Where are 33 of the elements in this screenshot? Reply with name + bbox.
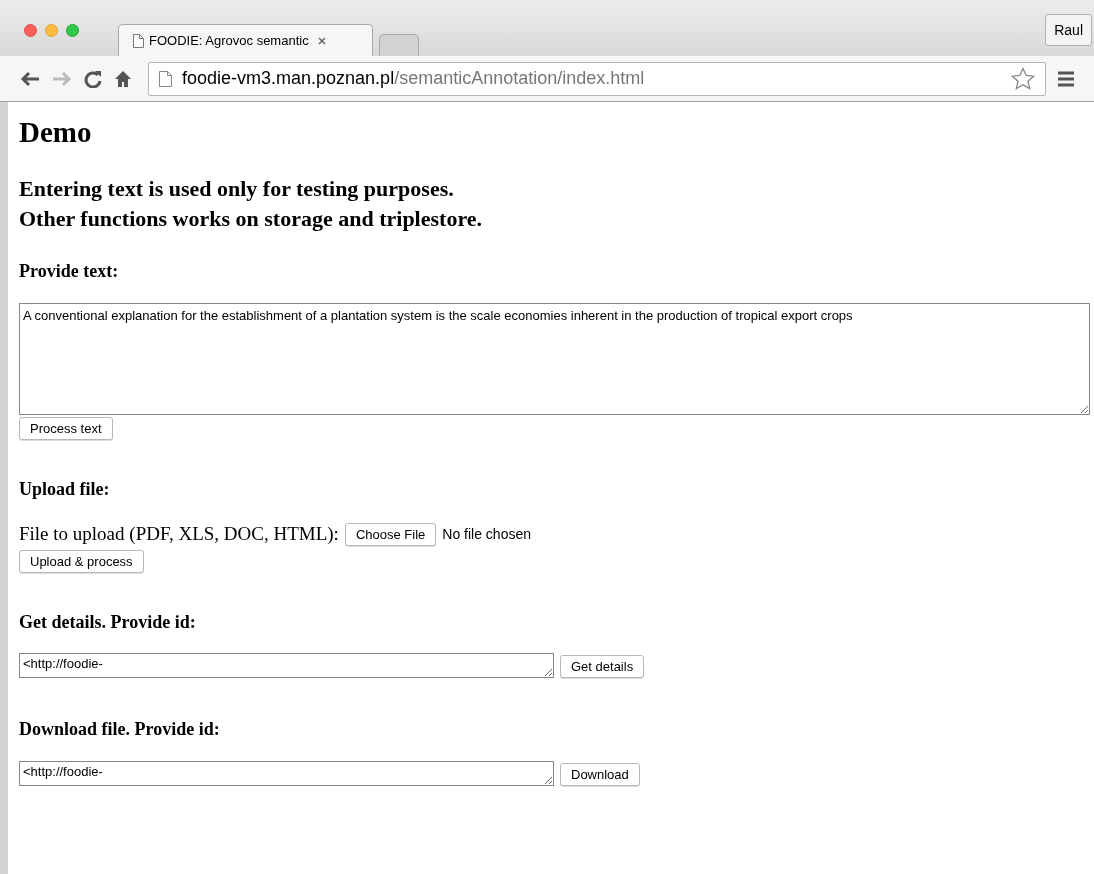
section-heading: Provide text: <box>19 260 120 283</box>
back-icon[interactable] <box>20 70 40 87</box>
choose-file-button[interactable]: Choose File <box>344 523 437 546</box>
bookmark-star-icon[interactable] <box>1011 66 1035 91</box>
section-heading: Get details. Provide id: <box>19 610 197 634</box>
file-status: No file chosen <box>442 525 531 544</box>
page-icon <box>159 70 172 87</box>
upload-button[interactable]: Upload & process <box>19 549 144 573</box>
browser-tab[interactable]: FOODIE: Agrovoc semantic <box>118 24 373 56</box>
section-heading: Download file. Provide id: <box>19 718 221 741</box>
id-field[interactable]: <http://foodie- <box>19 653 554 679</box>
zoom-window-icon[interactable] <box>66 24 79 37</box>
note-heading: Other functions works on storage and triplestore. <box>19 205 483 234</box>
url-text: foodie-vm3.man.poznan.pl/semanticAnnotation/index.html <box>182 67 646 90</box>
address-bar[interactable]: foodie-vm3.man.poznan.pl/semanticAnnotation/index.html <box>148 61 1046 96</box>
close-window-icon[interactable] <box>24 24 37 37</box>
forward-icon[interactable] <box>52 70 72 87</box>
profile-button[interactable]: Raul <box>1045 14 1092 46</box>
note-heading: Entering text is used only for testing purposes. <box>19 175 455 204</box>
text-area[interactable]: A conventional explanation for the establishment of a plantation system is the scale economies inherent in the production of tropical export crops <box>19 302 1090 415</box>
menu-icon[interactable] <box>1058 70 1074 87</box>
action-button[interactable]: Download <box>560 762 640 786</box>
tab-title: FOODIE: Agrovoc semantic <box>149 31 309 50</box>
id-field[interactable]: <http://foodie- <box>19 760 554 786</box>
section-heading: Upload file: <box>19 477 111 501</box>
page-title: Demo <box>19 115 93 150</box>
home-icon[interactable] <box>114 69 132 88</box>
reload-icon[interactable] <box>84 69 102 88</box>
file-upload-label: File to upload (PDF, XLS, DOC, HTML): <box>19 522 339 547</box>
close-tab-icon[interactable] <box>317 36 326 45</box>
page-icon <box>133 33 144 48</box>
process-text-button[interactable]: Process text <box>19 416 113 440</box>
action-button[interactable]: Get details <box>560 655 645 679</box>
